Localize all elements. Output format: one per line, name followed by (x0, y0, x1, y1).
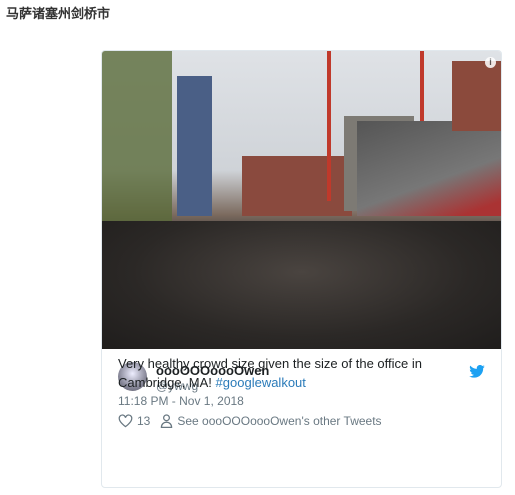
tweet-text: Very healthy crowd size given the size o… (118, 354, 478, 392)
tweet-actions: 13 See oooOOOoooOwen's other Tweets (118, 414, 382, 428)
see-other-tweets-link[interactable]: See oooOOOoooOwen's other Tweets (177, 414, 381, 428)
page-title: 马萨诸塞州剑桥市 (6, 6, 111, 21)
heart-icon[interactable] (118, 414, 133, 428)
embedded-tweet[interactable]: i oooOOOoooOwen @ywwg Very healthy crowd… (101, 50, 502, 488)
person-icon (161, 414, 173, 428)
like-count[interactable]: 13 (137, 414, 150, 428)
hashtag-link[interactable]: #googlewalkout (216, 375, 306, 390)
info-icon[interactable]: i (485, 57, 496, 68)
tweet-timestamp[interactable]: 11:18 PM - Nov 1, 2018 (118, 394, 244, 408)
tweet-photo[interactable]: i (102, 51, 501, 349)
